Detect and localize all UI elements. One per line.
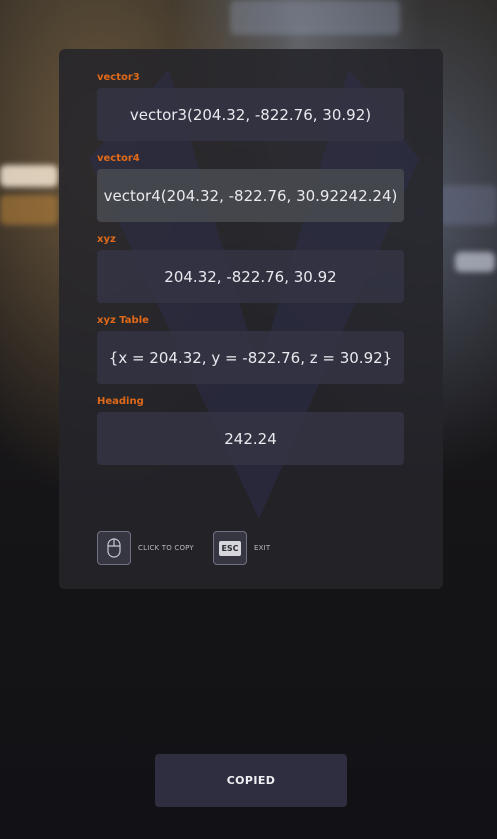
coordinates-panel: vector3 vector3(204.32, -822.76, 30.92) … [59,49,443,589]
mouse-icon [97,531,131,565]
field-label: xyz Table [97,315,149,326]
field-label: vector4 [97,153,140,164]
bg-light [440,185,497,225]
field-heading: Heading 242.24 [97,395,404,465]
copy-vector3-button[interactable]: vector3(204.32, -822.76, 30.92) [97,88,404,141]
field-label: vector3 [97,72,140,83]
esc-key-icon: ESC [213,531,247,565]
copy-vector4-button[interactable]: vector4(204.32, -822.76, 30.92242.24) [97,169,404,222]
bg-light [0,165,58,187]
field-vector4: vector4 vector4(204.32, -822.76, 30.9224… [97,152,404,222]
bg-light [230,0,400,35]
hint-exit-label: EXIT [254,544,271,552]
hint-copy-label: CLICK TO COPY [138,544,194,552]
copy-xyz-button[interactable]: 204.32, -822.76, 30.92 [97,250,404,303]
bg-light [0,195,58,225]
field-label: Heading [97,396,144,407]
copied-button[interactable]: COPIED [155,754,347,807]
copy-xyz-table-button[interactable]: {x = 204.32, y = -822.76, z = 30.92} [97,331,404,384]
hint-exit: ESC EXIT [213,531,270,565]
field-xyz-table: xyz Table {x = 204.32, y = -822.76, z = … [97,314,404,384]
esc-key-label: ESC [219,540,241,556]
field-xyz: xyz 204.32, -822.76, 30.92 [97,233,404,303]
bg-light [455,252,495,272]
copy-heading-button[interactable]: 242.24 [97,412,404,465]
field-label: xyz [97,234,116,245]
hint-copy: CLICK TO COPY [97,531,194,565]
field-vector3: vector3 vector3(204.32, -822.76, 30.92) [97,71,404,141]
